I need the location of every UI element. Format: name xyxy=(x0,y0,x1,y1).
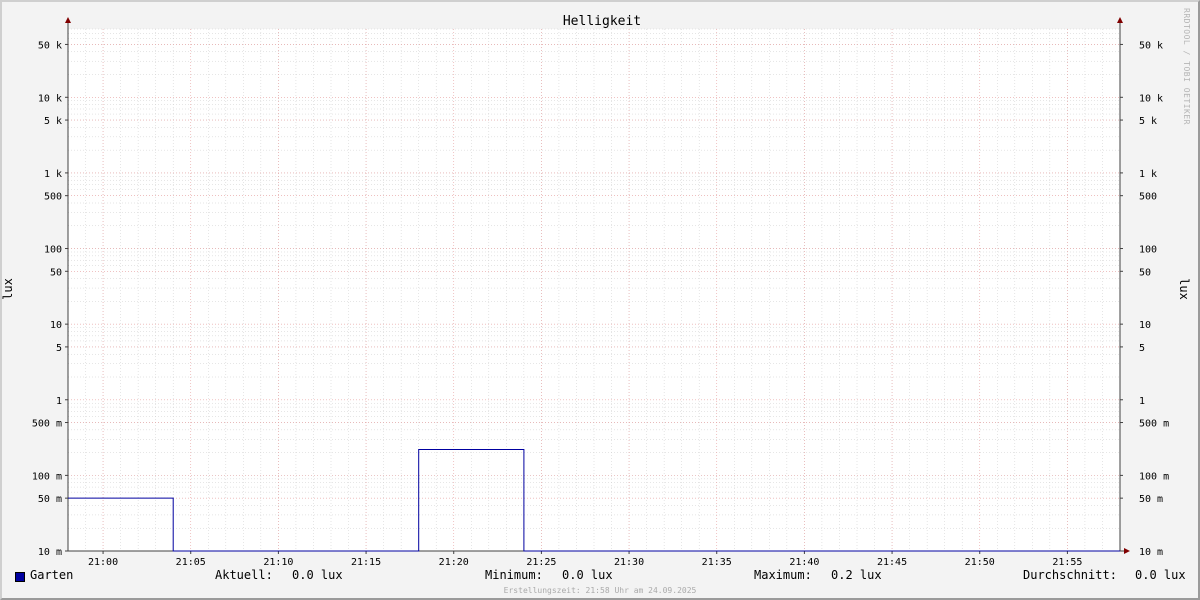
y-tick-label-right: 50 xyxy=(1139,267,1151,278)
y-tick-label: 5 k xyxy=(44,116,62,127)
y-tick-label-right: 500 m xyxy=(1139,419,1169,430)
legend-current-value: 0.0 lux xyxy=(292,568,343,582)
y-axis-label-right: lux xyxy=(1177,278,1191,300)
y-tick-label: 1 xyxy=(56,396,62,407)
creation-time: Erstellungszeit: 21:58 Uhr am 24.09.2025 xyxy=(503,586,697,595)
y-tick-label-right: 1 xyxy=(1139,396,1145,407)
y-tick-label-right: 5 k xyxy=(1139,116,1157,127)
y-tick-label-right: 100 m xyxy=(1139,471,1169,482)
grid xyxy=(67,28,1121,552)
y-tick-label: 10 k xyxy=(38,93,62,104)
graph-frame: Helligkeit lux lux 10 m 10 m 50 m 50 m 100 m… xyxy=(0,0,1200,600)
y-tick-label-right: 100 xyxy=(1139,245,1157,256)
legend: Garten Aktuell: 0.0 lux Minimum: 0.0 lux… xyxy=(2,568,1198,586)
y-tick-label: 5 xyxy=(56,343,62,354)
legend-swatch xyxy=(15,572,25,582)
legend-min-value: 0.0 lux xyxy=(562,568,613,582)
rrdtool-watermark: RRDTOOL / TOBI OETIKER xyxy=(1182,8,1191,125)
legend-current-label: Aktuell: xyxy=(215,568,273,582)
y-tick-label-right: 1 k xyxy=(1139,169,1157,180)
y-tick-label: 100 m xyxy=(32,471,62,482)
legend-series-name: Garten xyxy=(30,568,74,582)
y-tick-label: 50 m xyxy=(38,494,62,505)
legend-max-value: 0.2 lux xyxy=(831,568,882,582)
y-tick-label: 500 xyxy=(44,192,62,203)
y-tick-label-right: 5 xyxy=(1139,343,1145,354)
x-tick-label: 21:10 xyxy=(263,557,293,568)
legend-max-label: Maximum: xyxy=(754,568,812,582)
y-tick-label-right: 10 m xyxy=(1139,547,1163,558)
x-tick-label: 21:35 xyxy=(702,557,732,568)
x-tick-label: 21:55 xyxy=(1052,557,1082,568)
y-axis-arrow-right xyxy=(1117,17,1123,23)
x-tick-label: 21:50 xyxy=(965,557,995,568)
y-tick-label-right: 500 xyxy=(1139,192,1157,203)
x-tick-label: 21:30 xyxy=(614,557,644,568)
y-tick-label-right: 50 m xyxy=(1139,494,1163,505)
legend-min-label: Minimum: xyxy=(485,568,543,582)
y-tick-label-right: 10 xyxy=(1139,320,1151,331)
y-tick-label: 100 xyxy=(44,245,62,256)
y-tick-label: 10 m xyxy=(38,547,62,558)
x-tick-label: 21:05 xyxy=(176,557,206,568)
y-tick-label-right: 10 k xyxy=(1139,93,1163,104)
y-tick-label-right: 50 k xyxy=(1139,40,1163,51)
x-tick-label: 21:15 xyxy=(351,557,381,568)
chart-title: Helligkeit xyxy=(563,14,641,29)
x-tick-label: 21:25 xyxy=(526,557,556,568)
legend-avg-label: Durchschnitt: xyxy=(1023,568,1117,582)
y-tick-label: 1 k xyxy=(44,169,62,180)
x-axis-arrow xyxy=(1124,548,1130,554)
x-tick-label: 21:20 xyxy=(439,557,469,568)
y-axis-label-left: lux xyxy=(2,278,15,300)
y-tick-label: 50 k xyxy=(38,40,62,51)
y-axis-arrow-left xyxy=(65,17,71,23)
x-tick-label: 21:00 xyxy=(88,557,118,568)
x-tick-label: 21:40 xyxy=(789,557,819,568)
legend-avg-value: 0.0 lux xyxy=(1135,568,1186,582)
y-tick-label: 500 m xyxy=(32,419,62,430)
x-tick-label: 21:45 xyxy=(877,557,907,568)
y-tick-label: 10 xyxy=(50,320,62,331)
y-tick-label: 50 xyxy=(50,267,62,278)
chart: Helligkeit lux lux 10 m 10 m 50 m 50 m 100 m… xyxy=(2,14,1191,568)
